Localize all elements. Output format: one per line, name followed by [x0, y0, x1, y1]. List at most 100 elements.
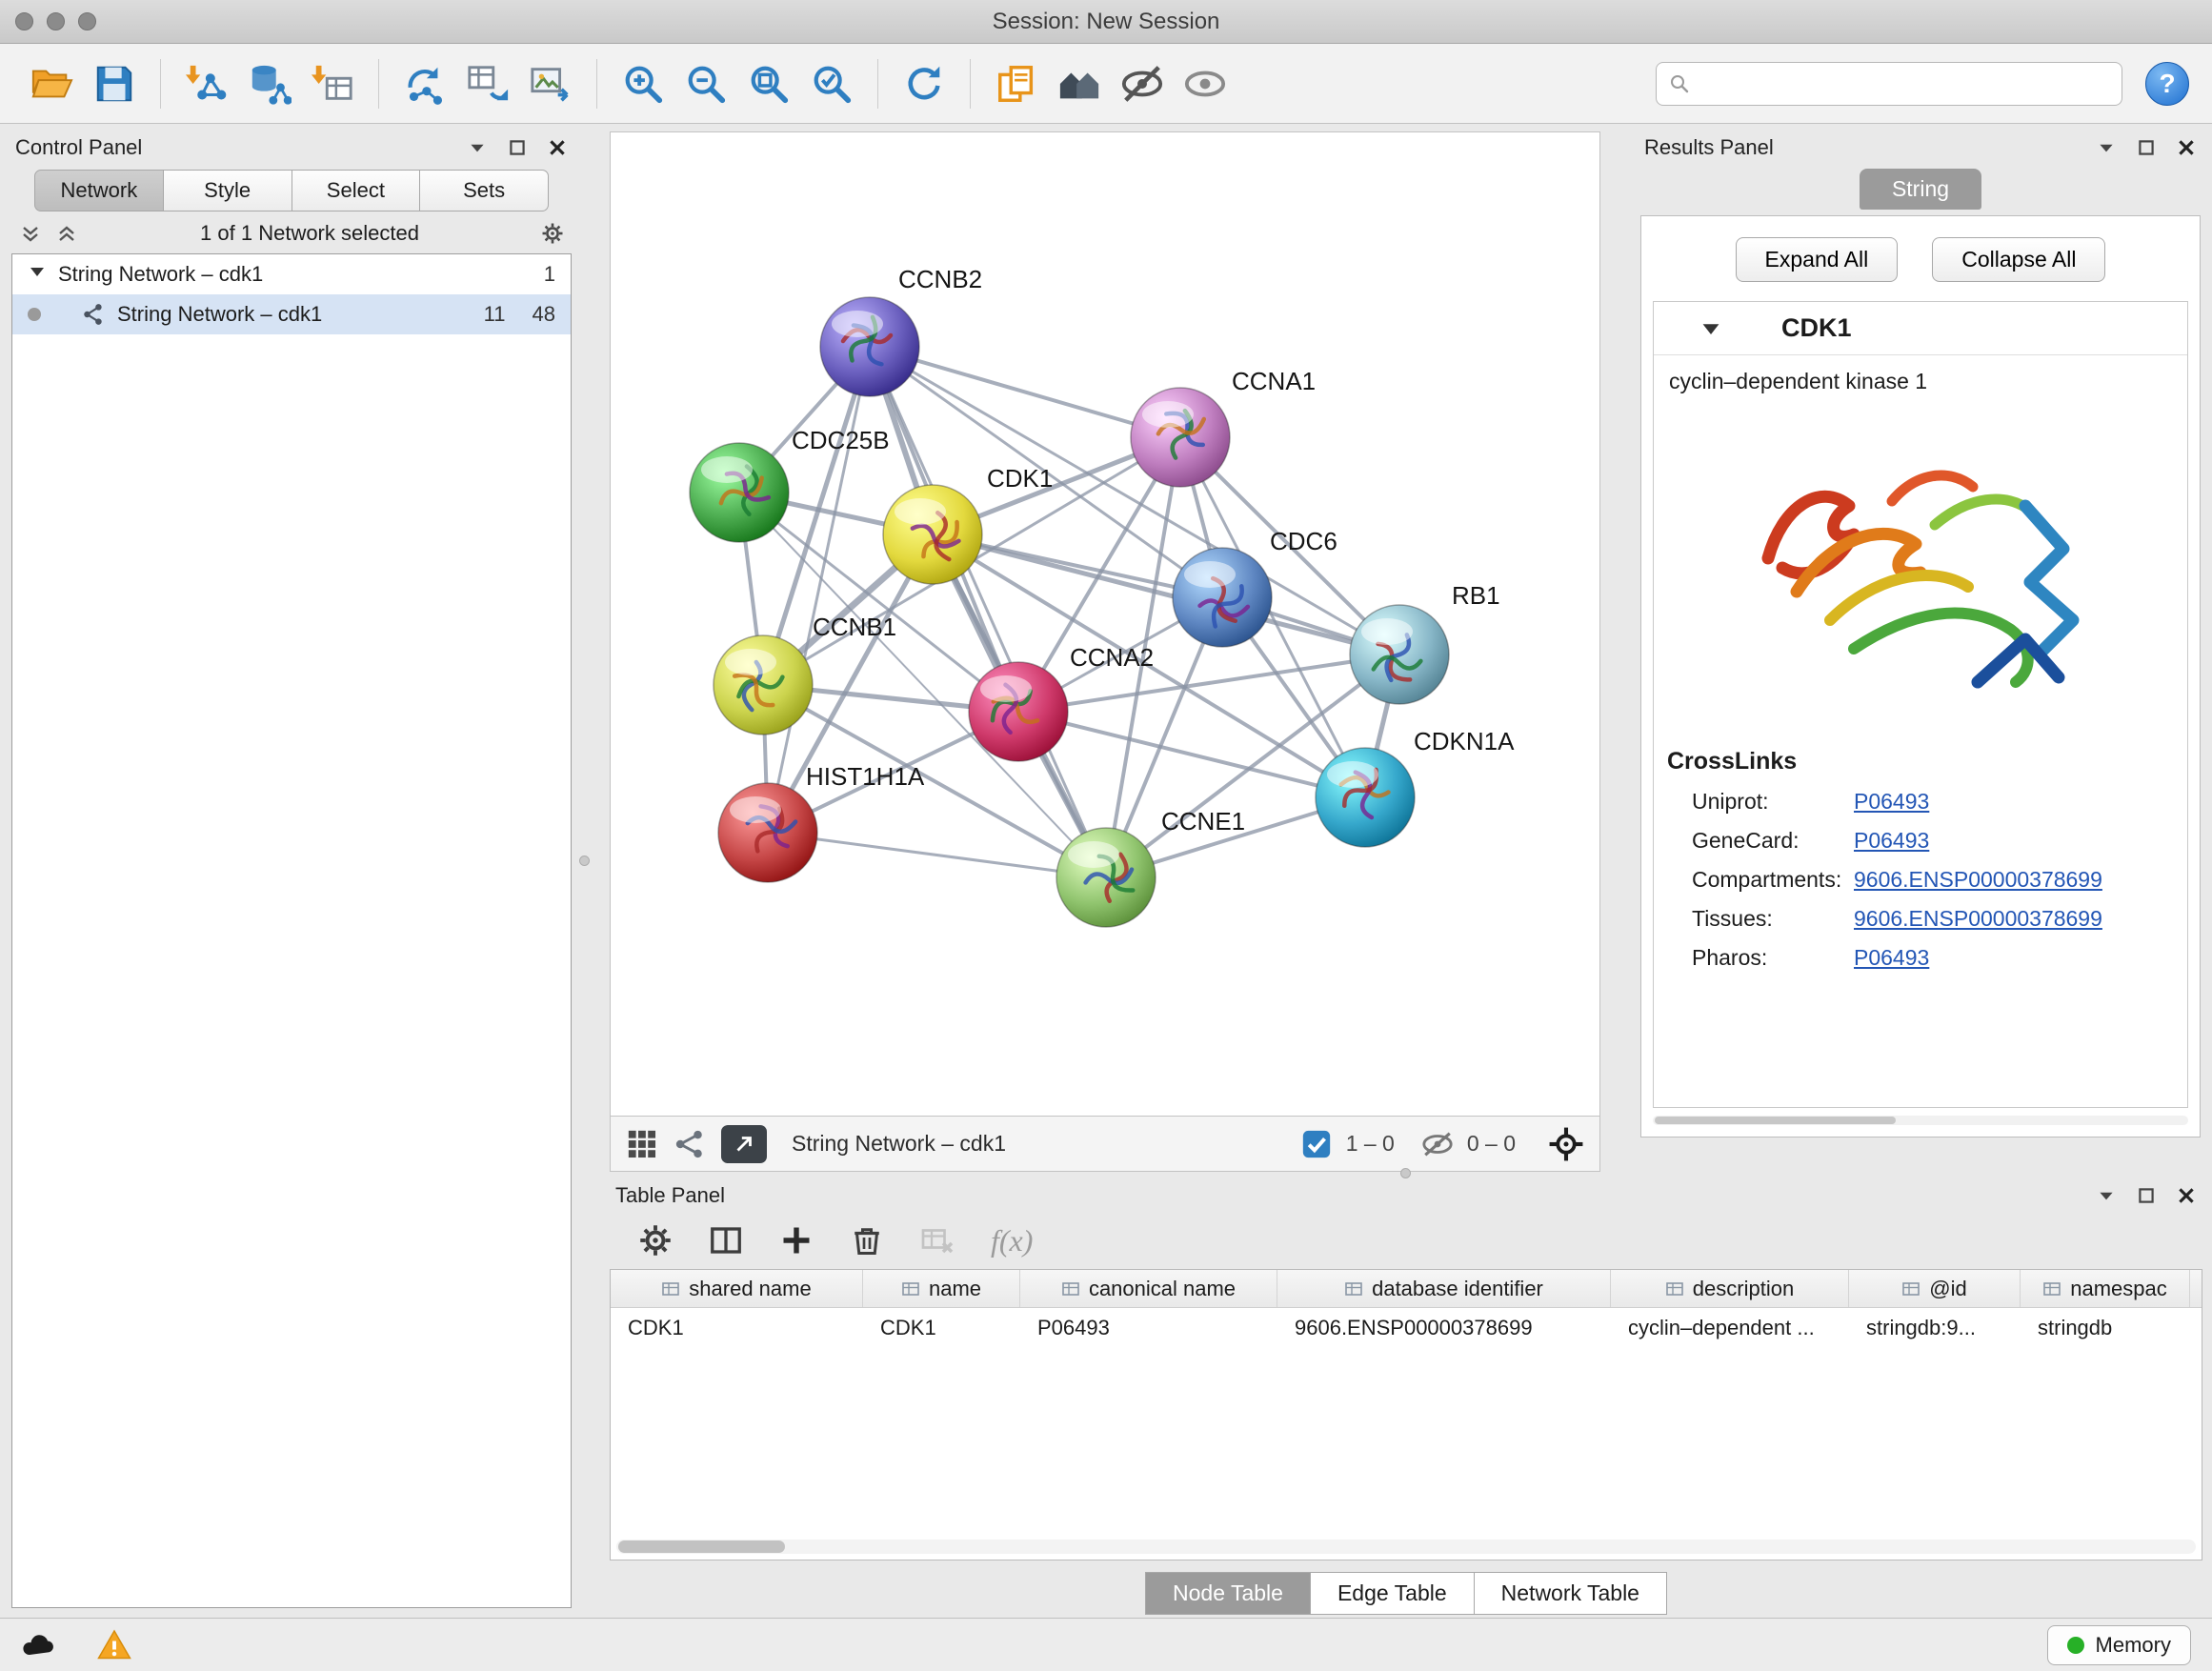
- search-input[interactable]: [1699, 71, 2110, 96]
- network-node-cdkn1a[interactable]: [1316, 748, 1415, 847]
- network-node-hist1h1a[interactable]: [718, 783, 817, 882]
- help-button[interactable]: ?: [2145, 62, 2189, 106]
- crosslink-link[interactable]: 9606.ENSP00000378699: [1854, 906, 2102, 932]
- network-edge[interactable]: [768, 347, 870, 833]
- column-header-namespac[interactable]: namespac: [2021, 1270, 2190, 1307]
- crosslink-link[interactable]: P06493: [1854, 789, 1929, 815]
- zoom-window-button[interactable]: [78, 12, 96, 30]
- network-node-rb1[interactable]: [1350, 605, 1449, 704]
- network-collection-row[interactable]: String Network – cdk1 1: [12, 254, 571, 294]
- collapse-section-icon[interactable]: [1699, 317, 1722, 340]
- table-cell[interactable]: stringdb: [2021, 1308, 2190, 1348]
- minimize-window-button[interactable]: [47, 12, 65, 30]
- table-cell[interactable]: stringdb:9...: [1849, 1308, 2021, 1348]
- network-edge[interactable]: [870, 347, 1106, 877]
- panel-splitter[interactable]: [573, 131, 610, 1618]
- horizontal-splitter-handle[interactable]: [1400, 1168, 1411, 1178]
- hide-selected-button[interactable]: [1114, 55, 1171, 112]
- refresh-button[interactable]: [895, 55, 953, 112]
- gear-icon[interactable]: [541, 222, 564, 245]
- network-node-cdk1[interactable]: [883, 485, 982, 584]
- import-network-database-button[interactable]: [241, 55, 298, 112]
- column-header--id[interactable]: @id: [1849, 1270, 2021, 1307]
- zoom-in-button[interactable]: [614, 55, 672, 112]
- close-panel-icon[interactable]: [547, 137, 568, 158]
- show-selected-button[interactable]: [1176, 55, 1234, 112]
- crosslink-link[interactable]: 9606.ENSP00000378699: [1854, 867, 2102, 893]
- hidden-eye-slash-icon[interactable]: [1421, 1128, 1454, 1160]
- new-network-button[interactable]: [396, 55, 453, 112]
- export-image-button[interactable]: [522, 55, 579, 112]
- panel-menu-icon[interactable]: [2096, 137, 2117, 158]
- network-canvas[interactable]: CCNB2CCNA1CDC25BCDK1CDC6RB1CCNB1CCNA2CDK…: [610, 131, 1600, 1117]
- column-header-canonical-name[interactable]: canonical name: [1020, 1270, 1277, 1307]
- tab-select[interactable]: Select: [292, 170, 421, 211]
- import-network-file-button[interactable]: [178, 55, 235, 112]
- scrollbar-thumb[interactable]: [618, 1540, 785, 1553]
- network-from-table-button[interactable]: [459, 55, 516, 112]
- collapse-all-icon[interactable]: [55, 222, 78, 245]
- tab-sets[interactable]: Sets: [420, 170, 549, 211]
- warning-icon[interactable]: [97, 1628, 131, 1662]
- tab-style[interactable]: Style: [164, 170, 292, 211]
- column-header-name[interactable]: name: [863, 1270, 1020, 1307]
- zoom-out-button[interactable]: [677, 55, 734, 112]
- zoom-fit-button[interactable]: [740, 55, 797, 112]
- memory-button[interactable]: Memory: [2047, 1625, 2191, 1665]
- network-edge[interactable]: [768, 833, 1106, 877]
- tree-expander-icon[interactable]: [28, 262, 47, 287]
- add-column-plus-icon[interactable]: [779, 1223, 814, 1258]
- crosshair-icon[interactable]: [1548, 1126, 1584, 1162]
- network-node-ccnb2[interactable]: [820, 297, 919, 396]
- network-graph[interactable]: CCNB2CCNA1CDC25BCDK1CDC6RB1CCNB1CCNA2CDK…: [611, 132, 1599, 1116]
- panel-menu-icon[interactable]: [467, 137, 488, 158]
- open-session-button[interactable]: [23, 55, 80, 112]
- table-cell[interactable]: CDK1: [611, 1308, 863, 1348]
- cloud-icon[interactable]: [21, 1628, 55, 1662]
- detach-view-button[interactable]: [721, 1125, 767, 1163]
- float-panel-icon[interactable]: [507, 137, 528, 158]
- selected-checkbox-icon[interactable]: [1300, 1128, 1333, 1160]
- close-window-button[interactable]: [15, 12, 33, 30]
- network-node-ccne1[interactable]: [1056, 828, 1156, 927]
- close-panel-icon[interactable]: [2176, 137, 2197, 158]
- home-view-button[interactable]: [1051, 55, 1108, 112]
- column-header-shared-name[interactable]: shared name: [611, 1270, 863, 1307]
- column-header-database-identifier[interactable]: database identifier: [1277, 1270, 1611, 1307]
- tab-network-table[interactable]: Network Table: [1475, 1572, 1667, 1615]
- share-network-icon[interactable]: [674, 1128, 706, 1160]
- expand-all-button[interactable]: Expand All: [1736, 237, 1899, 282]
- network-node-ccnb1[interactable]: [714, 635, 813, 735]
- save-session-button[interactable]: [86, 55, 143, 112]
- float-panel-icon[interactable]: [2136, 137, 2157, 158]
- close-panel-icon[interactable]: [2176, 1185, 2197, 1206]
- table-cell[interactable]: 9606.ENSP00000378699: [1277, 1308, 1611, 1348]
- zoom-selected-button[interactable]: [803, 55, 860, 112]
- tab-node-table[interactable]: Node Table: [1145, 1572, 1311, 1615]
- results-horizontal-scrollbar[interactable]: [1653, 1116, 2188, 1125]
- table-horizontal-scrollbar[interactable]: [616, 1540, 2196, 1554]
- collapse-all-button[interactable]: Collapse All: [1932, 237, 2105, 282]
- network-node-cdc6[interactable]: [1173, 548, 1272, 647]
- delete-column-trash-icon[interactable]: [850, 1223, 884, 1258]
- table-cell[interactable]: cyclin–dependent ...: [1611, 1308, 1849, 1348]
- protein-section-header[interactable]: CDK1: [1654, 302, 2187, 355]
- table-row[interactable]: CDK1CDK1P064939606.ENSP00000378699cyclin…: [611, 1308, 2202, 1348]
- crosslink-link[interactable]: P06493: [1854, 828, 1929, 854]
- expand-all-icon[interactable]: [19, 222, 42, 245]
- network-node-cdc25b[interactable]: [690, 443, 789, 542]
- duplicate-style-button[interactable]: [988, 55, 1045, 112]
- panel-menu-icon[interactable]: [2096, 1185, 2117, 1206]
- tab-network[interactable]: Network: [34, 170, 164, 211]
- show-columns-icon[interactable]: [709, 1223, 743, 1258]
- grid-view-icon[interactable]: [626, 1128, 658, 1160]
- table-cell[interactable]: P06493: [1020, 1308, 1277, 1348]
- crosslink-link[interactable]: P06493: [1854, 945, 1929, 971]
- table-cell[interactable]: CDK1: [863, 1308, 1020, 1348]
- vertical-splitter-handle[interactable]: [579, 856, 590, 866]
- function-builder-icon[interactable]: f(x): [991, 1223, 1033, 1258]
- column-header-description[interactable]: description: [1611, 1270, 1849, 1307]
- float-panel-icon[interactable]: [2136, 1185, 2157, 1206]
- import-table-button[interactable]: [304, 55, 361, 112]
- tab-string[interactable]: String: [1860, 169, 1981, 210]
